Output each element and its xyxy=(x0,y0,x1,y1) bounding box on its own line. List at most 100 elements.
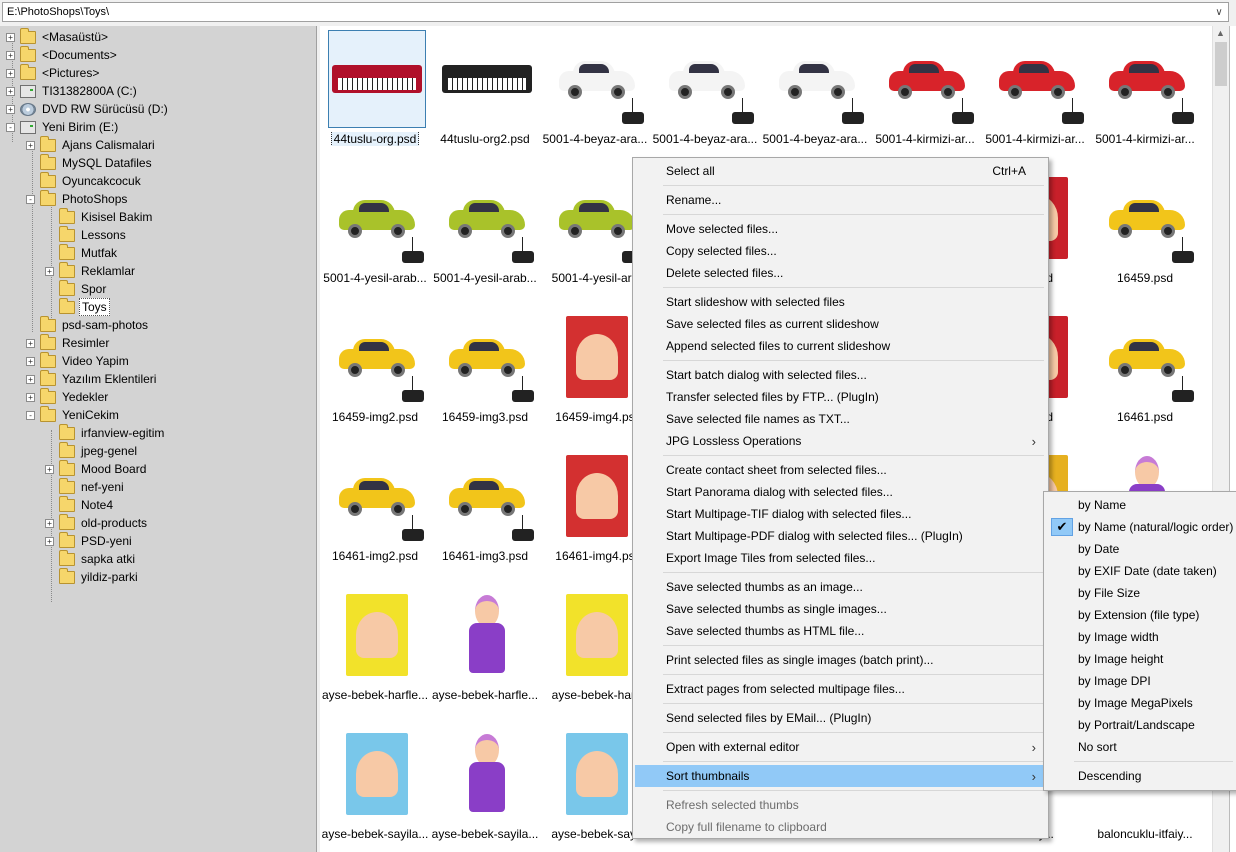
collapse-icon[interactable]: - xyxy=(26,194,35,204)
menu-item-descending[interactable]: Descending xyxy=(1046,765,1235,787)
expand-icon[interactable]: + xyxy=(26,392,35,402)
menu-item-by-extension-file-type[interactable]: by Extension (file type) xyxy=(1046,604,1235,626)
menu-item-transfer-selected-files-by-ftp-plugin[interactable]: Transfer selected files by FTP... (PlugI… xyxy=(635,386,1046,408)
thumbnail-item[interactable]: 5001-4-kirmizi-ar... xyxy=(980,26,1090,165)
menu-item-save-selected-thumbs-as-single-images[interactable]: Save selected thumbs as single images... xyxy=(635,598,1046,620)
menu-item-by-image-height[interactable]: by Image height xyxy=(1046,648,1235,670)
expand-icon[interactable]: + xyxy=(45,536,54,546)
expand-icon[interactable]: + xyxy=(26,338,35,348)
thumbnail-item[interactable]: 5001-4-yesil-arab... xyxy=(430,165,540,304)
menu-item-move-selected-files[interactable]: Move selected files... xyxy=(635,218,1046,240)
menu-item-export-image-tiles-from-selected-files[interactable]: Export Image Tiles from selected files..… xyxy=(635,547,1046,569)
collapse-icon[interactable]: - xyxy=(26,410,35,420)
menu-item-by-image-width[interactable]: by Image width xyxy=(1046,626,1235,648)
thumbnail-image[interactable] xyxy=(438,725,536,823)
thumbnail-image[interactable] xyxy=(438,586,536,684)
thumbnail-image[interactable] xyxy=(988,30,1086,128)
thumbnail-image[interactable] xyxy=(328,308,426,406)
menu-item-no-sort[interactable]: No sort xyxy=(1046,736,1235,758)
thumbnail-item[interactable]: 16459-img2.psd xyxy=(320,304,430,443)
menu-item-append-selected-files-to-current-slideshow[interactable]: Append selected files to current slidesh… xyxy=(635,335,1046,357)
thumbnail-image[interactable] xyxy=(1098,308,1196,406)
thumbnail-item[interactable]: ayse-bebek-sayila... xyxy=(320,721,430,852)
menu-item-save-selected-file-names-as-txt[interactable]: Save selected file names as TXT... xyxy=(635,408,1046,430)
expand-icon[interactable]: + xyxy=(26,356,35,366)
expand-icon[interactable]: + xyxy=(6,86,15,96)
menu-item-by-name[interactable]: by Name xyxy=(1046,494,1235,516)
menu-item-create-contact-sheet-from-selected-files[interactable]: Create contact sheet from selected files… xyxy=(635,459,1046,481)
thumbnail-item[interactable]: 44tuslu-org.psd xyxy=(320,26,430,165)
menu-item-rename[interactable]: Rename... xyxy=(635,189,1046,211)
folder-tree[interactable]: + <Masaüstü> + <Documents> + <Pictures> + TI313… xyxy=(0,26,317,852)
tree-item[interactable]: Mutfak xyxy=(45,243,119,262)
menu-item-select-all[interactable]: Select all Ctrl+A xyxy=(635,160,1046,182)
thumbnail-image[interactable] xyxy=(328,725,426,823)
expand-icon[interactable]: + xyxy=(26,140,35,150)
menu-item-sort-thumbnails[interactable]: Sort thumbnails › xyxy=(635,765,1046,787)
menu-item-send-selected-files-by-email-plugin[interactable]: Send selected files by EMail... (PlugIn) xyxy=(635,707,1046,729)
tree-item[interactable]: + TI31382800A (C:) xyxy=(6,82,139,100)
tree-item[interactable]: Toys xyxy=(45,297,110,316)
thumbnail-item[interactable]: ayse-bebek-harfle... xyxy=(320,582,430,721)
menu-item-start-multipage-pdf-dialog-with-selected-files-plugin[interactable]: Start Multipage-PDF dialog with selected… xyxy=(635,525,1046,547)
tree-item[interactable]: irfanview-egitim xyxy=(45,423,166,442)
expand-icon[interactable]: + xyxy=(6,104,15,114)
menu-item-save-selected-thumbs-as-an-image[interactable]: Save selected thumbs as an image... xyxy=(635,576,1046,598)
thumbnail-item[interactable]: 5001-4-yesil-arab... xyxy=(320,165,430,304)
tree-item[interactable]: + Resimler xyxy=(26,333,111,352)
expand-icon[interactable]: + xyxy=(45,266,54,276)
tree-item[interactable]: sapka atki xyxy=(45,549,137,568)
thumbnail-image[interactable] xyxy=(768,30,866,128)
thumbnail-item[interactable]: 44tuslu-org2.psd xyxy=(430,26,540,165)
thumbnail-item[interactable]: 5001-4-kirmizi-ar... xyxy=(870,26,980,165)
thumbnail-item[interactable]: 5001-4-beyaz-ara... xyxy=(650,26,760,165)
thumbnail-image[interactable] xyxy=(328,447,426,545)
menu-item-by-image-dpi[interactable]: by Image DPI xyxy=(1046,670,1235,692)
thumbnail-item[interactable]: ayse-bebek-harfle... xyxy=(430,582,540,721)
thumbnail-item[interactable]: 16459.psd xyxy=(1090,165,1200,304)
menu-item-jpg-lossless-operations[interactable]: JPG Lossless Operations › xyxy=(635,430,1046,452)
menu-item-start-slideshow-with-selected-files[interactable]: Start slideshow with selected files xyxy=(635,291,1046,313)
menu-item-save-selected-thumbs-as-html-file[interactable]: Save selected thumbs as HTML file... xyxy=(635,620,1046,642)
menu-item-copy-selected-files[interactable]: Copy selected files... xyxy=(635,240,1046,262)
menu-item-save-selected-files-as-current-slideshow[interactable]: Save selected files as current slideshow xyxy=(635,313,1046,335)
thumbnail-image[interactable] xyxy=(878,30,976,128)
menu-item-by-image-megapixels[interactable]: by Image MegaPixels xyxy=(1046,692,1235,714)
thumbnail-item[interactable]: ayse-bebek-sayila... xyxy=(430,721,540,852)
expand-icon[interactable]: + xyxy=(6,50,15,60)
expand-icon[interactable]: + xyxy=(45,518,54,528)
tree-item[interactable]: nef-yeni xyxy=(45,477,126,496)
tree-item[interactable]: - Yeni Birim (E:) xyxy=(6,118,120,136)
tree-item[interactable]: MySQL Datafiles xyxy=(26,153,154,172)
menu-item-by-exif-date-date-taken[interactable]: by EXIF Date (date taken) xyxy=(1046,560,1235,582)
tree-item[interactable]: + Reklamlar xyxy=(45,261,137,280)
scrollbar-thumb[interactable] xyxy=(1215,42,1227,86)
thumbnail-image[interactable] xyxy=(548,30,646,128)
thumbnail-image[interactable] xyxy=(328,169,426,267)
tree-item[interactable]: + Mood Board xyxy=(45,459,148,478)
tree-item[interactable]: Lessons xyxy=(45,225,128,244)
tree-item[interactable]: + Yedekler xyxy=(26,387,110,406)
tree-item[interactable]: psd-sam-photos xyxy=(26,315,150,334)
thumbnail-item[interactable]: 16459-img3.psd xyxy=(430,304,540,443)
menu-item-open-with-external-editor[interactable]: Open with external editor › xyxy=(635,736,1046,758)
thumbnail-image[interactable] xyxy=(438,308,536,406)
thumbnail-image[interactable] xyxy=(328,586,426,684)
menu-item-print-selected-files-as-single-images-batch-print[interactable]: Print selected files as single images (b… xyxy=(635,649,1046,671)
thumbnail-item[interactable]: 16461.psd xyxy=(1090,304,1200,443)
menu-item-by-name-natural-logic-order[interactable]: ✔ by Name (natural/logic order) xyxy=(1046,516,1235,538)
tree-item[interactable]: + <Pictures> xyxy=(6,63,101,82)
thumbnail-item[interactable]: 5001-4-kirmizi-ar... xyxy=(1090,26,1200,165)
menu-item-by-file-size[interactable]: by File Size xyxy=(1046,582,1235,604)
chevron-down-icon[interactable]: ∨ xyxy=(1211,4,1227,20)
expand-icon[interactable]: + xyxy=(45,464,54,474)
expand-icon[interactable]: + xyxy=(6,32,15,42)
tree-item[interactable]: - YeniCekim xyxy=(26,405,121,424)
menu-item-by-date[interactable]: by Date xyxy=(1046,538,1235,560)
menu-item-delete-selected-files[interactable]: Delete selected files... xyxy=(635,262,1046,284)
thumbnail-image[interactable] xyxy=(1098,30,1196,128)
thumbnail-item[interactable]: 16461-img2.psd xyxy=(320,443,430,582)
tree-item[interactable]: Spor xyxy=(45,279,108,298)
tree-item[interactable]: + <Masaüstü> xyxy=(6,27,110,46)
tree-item[interactable]: + <Documents> xyxy=(6,45,119,64)
